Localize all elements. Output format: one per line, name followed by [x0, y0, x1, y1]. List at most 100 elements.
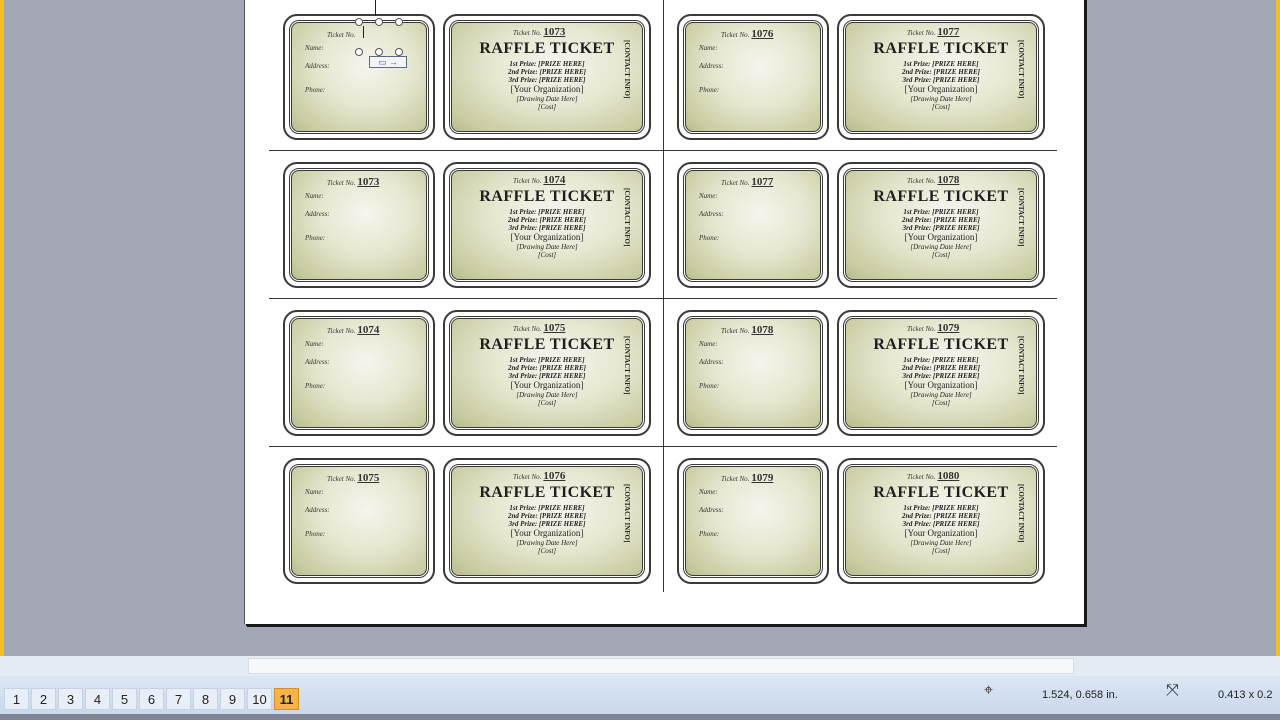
horizontal-scrollbar[interactable]: [0, 656, 1280, 676]
ticket-number: Ticket No. 1075: [327, 472, 379, 484]
phone-field-label: Phone:: [305, 530, 326, 538]
ticket-number-value: 1077: [751, 176, 774, 188]
page-tab-10[interactable]: 10: [247, 688, 272, 710]
ticket-number: Ticket No. 1076: [513, 470, 565, 482]
selection-handle[interactable]: [395, 18, 403, 26]
ticket-number-value: 1078: [937, 174, 960, 186]
prize-line-3: 3rd Prize: [PRIZE HERE]: [508, 520, 586, 528]
drawing-date-text: [Drawing Date Here]: [516, 243, 578, 251]
raffle-ticket[interactable]: Ticket No. 1073 RAFFLE TICKET 1st Prize: [P…: [443, 14, 651, 140]
ticket-number-value: 1079: [937, 322, 960, 334]
selection-handle[interactable]: [395, 48, 403, 56]
organization-text: [Your Organization]: [510, 84, 584, 94]
page-tab-1[interactable]: 1: [4, 688, 29, 710]
ticket-number: Ticket No. 1078: [907, 174, 959, 186]
phone-field-label: Phone:: [305, 382, 326, 390]
name-field-label: Name:: [699, 340, 718, 348]
page-tab-9[interactable]: 9: [220, 688, 245, 710]
ticket-number: Ticket No. 1073: [513, 26, 565, 38]
page-tab-5[interactable]: 5: [112, 688, 137, 710]
prize-line-2: 2nd Prize: [PRIZE HERE]: [902, 216, 980, 224]
page-tab-6[interactable]: 6: [139, 688, 164, 710]
ticket-stub[interactable]: Ticket No. 1078 Name: Address: Phone:: [677, 310, 829, 436]
prize-line-1: 1st Prize: [PRIZE HERE]: [903, 356, 979, 364]
connect-text-box-button[interactable]: ▭ →: [369, 56, 407, 68]
taskbar-strip: [0, 714, 1280, 720]
ticket-stub[interactable]: Ticket No. 1073 Name: Address: Phone:: [283, 162, 435, 288]
cost-text: [Cost]: [537, 399, 557, 407]
raffle-ticket[interactable]: Ticket No. 1076 RAFFLE TICKET 1st Prize: [P…: [443, 458, 651, 584]
ticket-number: Ticket No. 1079: [721, 472, 773, 484]
ticket-stub[interactable]: Ticket No. 1076 Name: Address: Phone:: [677, 14, 829, 140]
ticket-number-label: Ticket No.: [907, 473, 936, 481]
page-tab-8[interactable]: 8: [193, 688, 218, 710]
document-page[interactable]: Ticket No. Name: Address: Phone: Ticket No. 1…: [244, 0, 1084, 624]
raffle-ticket[interactable]: Ticket No. 1079 RAFFLE TICKET 1st Prize: [P…: [837, 310, 1045, 436]
page-tab-11[interactable]: 11: [274, 688, 299, 710]
phone-field-label: Phone:: [305, 86, 326, 94]
raffle-ticket[interactable]: Ticket No. 1078 RAFFLE TICKET 1st Prize: [P…: [837, 162, 1045, 288]
cost-text: [Cost]: [537, 547, 557, 555]
ticket-stub[interactable]: Ticket No. 1077 Name: Address: Phone:: [677, 162, 829, 288]
ticket-number-value: 1076: [751, 28, 774, 40]
cost-text: [Cost]: [537, 251, 557, 259]
name-field-label: Name:: [305, 192, 324, 200]
ticket-stub[interactable]: Ticket No. 1079 Name: Address: Phone:: [677, 458, 829, 584]
selection-handle[interactable]: [375, 18, 383, 26]
ticket-number-label: Ticket No.: [907, 177, 936, 185]
ticket-number-value: 1074: [543, 174, 566, 186]
raffle-ticket[interactable]: Ticket No. 1077 RAFFLE TICKET 1st Prize: [P…: [837, 14, 1045, 140]
page-tab-2[interactable]: 2: [31, 688, 56, 710]
prize-line-1: 1st Prize: [PRIZE HERE]: [509, 356, 585, 364]
raffle-ticket[interactable]: Ticket No. 1074 RAFFLE TICKET 1st Prize: [P…: [443, 162, 651, 288]
contact-info-vertical: [CONTACT INFO]: [623, 188, 631, 247]
ticket-background: [291, 22, 427, 132]
organization-text: [Your Organization]: [904, 84, 978, 94]
prize-line-3: 3rd Prize: [PRIZE HERE]: [508, 76, 586, 84]
prize-line-2: 2nd Prize: [PRIZE HERE]: [508, 512, 586, 520]
drawing-date-text: [Drawing Date Here]: [910, 95, 972, 103]
ticket-number-value: 1076: [543, 470, 566, 482]
ticket-title: RAFFLE TICKET: [873, 188, 1009, 205]
organization-text: [Your Organization]: [510, 232, 584, 242]
ticket-number-label: Ticket No.: [513, 29, 542, 37]
phone-field-label: Phone:: [699, 86, 720, 94]
object-size-icon: ⤧: [1166, 680, 1179, 699]
cost-text: [Cost]: [537, 103, 557, 111]
scroll-thumb[interactable]: [248, 658, 1074, 674]
address-field-label: Address:: [305, 358, 330, 366]
selection-handle[interactable]: [355, 48, 363, 56]
name-field-label: Name:: [699, 488, 718, 496]
selection-handle[interactable]: [375, 48, 383, 56]
ticket-title: RAFFLE TICKET: [479, 40, 615, 57]
selection-handle[interactable]: [355, 18, 363, 26]
ticket-number: Ticket No. 1080: [907, 470, 959, 482]
prize-line-1: 1st Prize: [PRIZE HERE]: [509, 504, 585, 512]
ticket-number: Ticket No. 1074: [327, 324, 379, 336]
raffle-ticket[interactable]: Ticket No. 1080 RAFFLE TICKET 1st Prize: [P…: [837, 458, 1045, 584]
name-field-label: Name:: [699, 192, 718, 200]
page-tab-3[interactable]: 3: [58, 688, 83, 710]
contact-info-vertical: [CONTACT INFO]: [1017, 188, 1025, 247]
object-position-value: 1.524, 0.658 in.: [1042, 689, 1118, 701]
ticket-stub[interactable]: Ticket No. 1075 Name: Address: Phone:: [283, 458, 435, 584]
phone-field-label: Phone:: [699, 530, 720, 538]
cost-text: [Cost]: [931, 399, 951, 407]
object-position-icon: ⌖: [984, 680, 994, 699]
ticket-number-label: Ticket No.: [513, 177, 542, 185]
page-tab-4[interactable]: 4: [85, 688, 110, 710]
window-border-left: [0, 0, 4, 660]
ticket-stub[interactable]: Ticket No. 1074 Name: Address: Phone:: [283, 310, 435, 436]
ticket-title: RAFFLE TICKET: [479, 484, 615, 501]
ticket-stub[interactable]: Ticket No. Name: Address: Phone:: [283, 14, 435, 140]
ticket-number-label: Ticket No.: [513, 325, 542, 333]
address-field-label: Address:: [699, 506, 724, 514]
ticket-number-label: Ticket No.: [721, 179, 750, 187]
raffle-ticket[interactable]: Ticket No. 1075 RAFFLE TICKET 1st Prize: [P…: [443, 310, 651, 436]
page-tab-7[interactable]: 7: [166, 688, 191, 710]
text-insertion-cursor: [375, 0, 376, 16]
drawing-date-text: [Drawing Date Here]: [516, 95, 578, 103]
address-field-label: Address:: [305, 210, 330, 218]
prize-line-2: 2nd Prize: [PRIZE HERE]: [508, 216, 586, 224]
drawing-date-text: [Drawing Date Here]: [910, 243, 972, 251]
